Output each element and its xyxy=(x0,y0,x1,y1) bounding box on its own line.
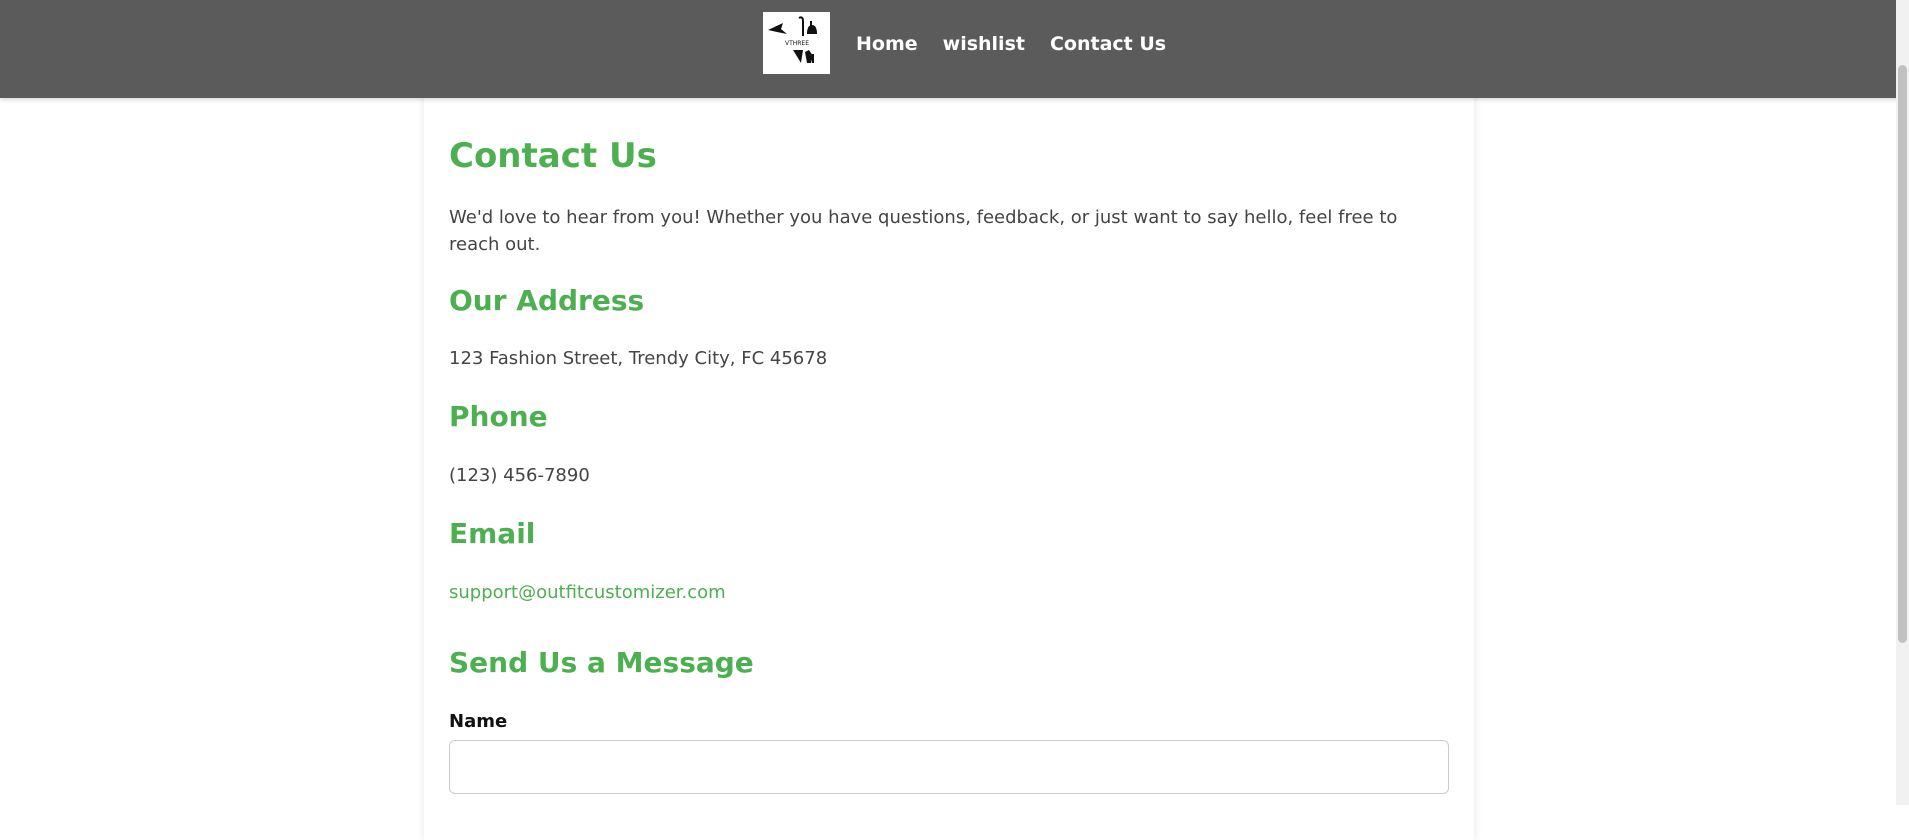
address-heading: Our Address xyxy=(449,284,645,317)
email-heading: Email xyxy=(449,517,536,550)
nav-link-contact-us[interactable]: Contact Us xyxy=(1050,33,1166,55)
email-value: support@outfitcustomizer.com xyxy=(449,582,726,603)
scrollbar-thumb[interactable] xyxy=(1898,65,1907,643)
phone-text: (123) 456-7890 xyxy=(449,465,590,486)
form-heading: Send Us a Message xyxy=(449,646,754,679)
nav-link-wishlist[interactable]: wishlist xyxy=(943,33,1025,55)
top-navbar: VTHREE Home wishlist Contact Us xyxy=(0,0,1909,98)
address-text: 123 Fashion Street, Trendy City, FC 4567… xyxy=(449,348,828,369)
brand-logo-text: VTHREE xyxy=(785,40,809,47)
brand-logo[interactable]: VTHREE xyxy=(763,12,830,74)
nav-link-home[interactable]: Home xyxy=(856,33,918,55)
contact-card xyxy=(424,80,1474,840)
brand-logo-icon: VTHREE xyxy=(763,12,830,74)
page-title: Contact Us xyxy=(449,136,657,176)
page-scrollbar[interactable] xyxy=(1896,0,1909,805)
name-label: Name xyxy=(449,711,508,732)
email-link[interactable]: support@outfitcustomizer.com xyxy=(449,582,726,603)
intro-text: We'd love to hear from you! Whether you … xyxy=(449,207,1398,255)
main-nav: Home wishlist Contact Us xyxy=(856,33,1166,55)
name-input[interactable] xyxy=(449,740,1449,794)
phone-heading: Phone xyxy=(449,400,548,433)
